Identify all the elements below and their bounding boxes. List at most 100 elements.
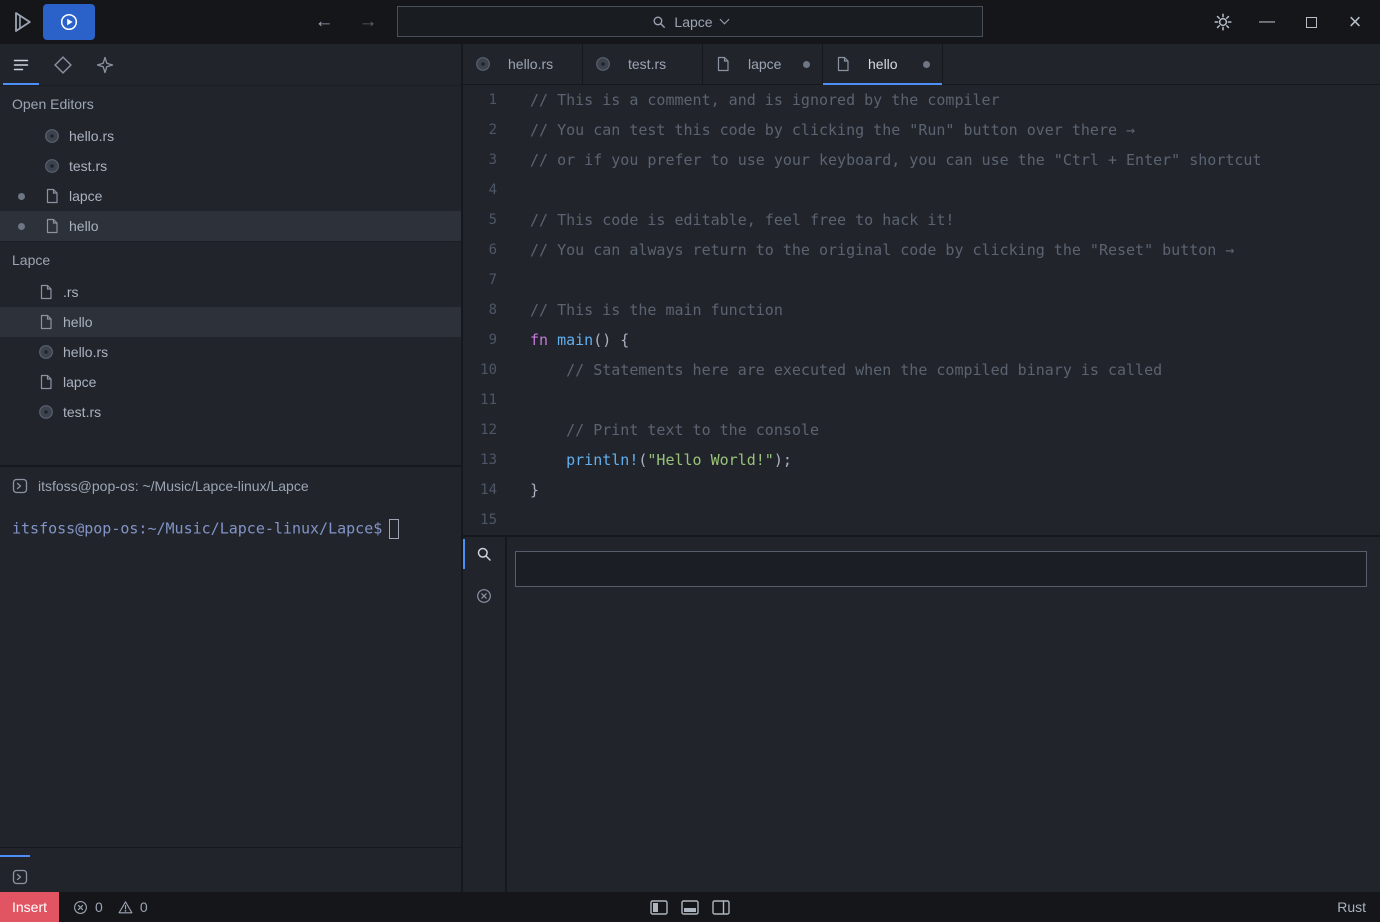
file-label: lapce xyxy=(63,374,97,390)
terminal-title: itsfoss@pop-os: ~/Music/Lapce-linux/Lapc… xyxy=(38,478,309,494)
rust-file-icon xyxy=(38,404,54,420)
code-line: 9 fn main() { xyxy=(463,325,1380,355)
search-icon xyxy=(476,546,492,562)
toggle-left-panel-button[interactable] xyxy=(650,900,668,915)
code-editor[interactable]: 1 // This is a comment, and is ignored b… xyxy=(463,85,1380,535)
line-number: 6 xyxy=(488,242,497,258)
line-content: // This is a comment, and is ignored by … xyxy=(513,91,1000,109)
forward-button[interactable]: → xyxy=(356,11,380,33)
back-button[interactable]: ← xyxy=(312,11,336,33)
modified-dot xyxy=(18,222,25,230)
statusbar: Insert 0 0 Rust xyxy=(0,892,1380,922)
error-count: 0 xyxy=(95,899,103,915)
workspace-item-test-rs[interactable]: test.rs xyxy=(0,397,461,427)
modified-dot-slot xyxy=(18,222,44,230)
lapce-window: ← → Lapce — × Open Editors hello.rs test… xyxy=(0,0,1380,922)
rust-file-icon xyxy=(44,128,60,144)
code-line: 7 xyxy=(463,265,1380,295)
remote-connection-button[interactable] xyxy=(43,4,95,40)
line-number: 7 xyxy=(488,272,497,288)
code-line: 1 // This is a comment, and is ignored b… xyxy=(463,85,1380,115)
workspace-item-lapce[interactable]: lapce xyxy=(0,367,461,397)
command-palette[interactable]: Lapce xyxy=(397,6,983,37)
source-control-icon xyxy=(54,56,72,74)
editor-tab-lapce[interactable]: lapce xyxy=(703,44,823,84)
toggle-right-panel-button[interactable] xyxy=(712,900,730,915)
open-editor-item-hello-rs[interactable]: hello.rs xyxy=(0,121,461,151)
code-token: // or if you prefer to use your keyboard… xyxy=(530,151,1262,169)
line-number: 13 xyxy=(480,452,497,468)
editor-tab-hello-rs[interactable]: hello.rs xyxy=(463,44,583,84)
file-label: lapce xyxy=(69,188,103,204)
open-editors-header[interactable]: Open Editors xyxy=(0,85,461,121)
code-token: // This is the main function xyxy=(530,301,783,319)
workspace-item-hello[interactable]: hello xyxy=(0,307,461,337)
code-token: main xyxy=(557,331,594,349)
editor-tab-test-rs[interactable]: test.rs xyxy=(583,44,703,84)
bottom-panel xyxy=(463,535,1380,892)
terminal-cursor xyxy=(389,519,400,539)
file-explorer-icon xyxy=(12,56,30,74)
workspace-header[interactable]: Lapce xyxy=(0,241,461,277)
line-number: 14 xyxy=(480,482,497,498)
code-line: 8 // This is the main function xyxy=(463,295,1380,325)
titlebar-left xyxy=(0,4,95,40)
terminal-header[interactable]: itsfoss@pop-os: ~/Music/Lapce-linux/Lapc… xyxy=(0,467,461,505)
plugins-tab[interactable] xyxy=(84,44,126,85)
code-token: // Print text to the console xyxy=(530,421,819,439)
line-number: 8 xyxy=(488,302,497,318)
plugins-icon xyxy=(96,56,114,74)
source-control-tab[interactable] xyxy=(42,44,84,85)
settings-button[interactable] xyxy=(1206,5,1240,39)
language-indicator[interactable]: Rust xyxy=(1337,899,1380,915)
panel-problems-button[interactable] xyxy=(463,579,505,613)
gear-icon xyxy=(1213,12,1233,32)
code-line: 2 // You can test this code by clicking … xyxy=(463,115,1380,145)
open-editor-item-lapce[interactable]: lapce xyxy=(0,181,461,211)
toggle-bottom-panel-button[interactable] xyxy=(681,900,699,915)
line-number: 1 xyxy=(488,92,497,108)
diagnostics-indicator[interactable]: 0 0 xyxy=(73,899,148,915)
layout-right-icon xyxy=(712,900,730,915)
file-icon xyxy=(715,56,731,72)
close-button[interactable]: × xyxy=(1338,5,1372,39)
panel-search-button[interactable] xyxy=(463,537,505,571)
rust-file-icon xyxy=(475,56,491,72)
code-token: // Statements here are executed when the… xyxy=(530,361,1163,379)
workspace-item-rs[interactable]: .rs xyxy=(0,277,461,307)
editor-tab-hello[interactable]: hello xyxy=(823,44,943,85)
workspace-item-hello-rs[interactable]: hello.rs xyxy=(0,337,461,367)
line-number: 3 xyxy=(488,152,497,168)
terminal-toggle-button[interactable] xyxy=(12,869,28,885)
file-explorer-tab[interactable] xyxy=(0,44,42,85)
error-icon xyxy=(73,900,88,915)
rust-file-icon xyxy=(595,56,611,72)
open-editor-item-hello[interactable]: hello xyxy=(0,211,461,241)
modified-dot xyxy=(803,60,810,68)
line-number: 4 xyxy=(488,182,497,198)
modified-dot xyxy=(923,60,930,68)
line-number: 10 xyxy=(480,362,497,378)
code-line: 6 // You can always return to the origin… xyxy=(463,235,1380,265)
tab-label: hello xyxy=(868,56,898,72)
file-label: hello xyxy=(63,314,93,330)
code-token: // You can test this code by clicking th… xyxy=(530,121,1136,139)
line-number: 2 xyxy=(488,122,497,138)
terminal-icon xyxy=(12,478,28,494)
line-content: // This code is editable, feel free to h… xyxy=(513,211,954,229)
modified-dot-slot xyxy=(18,192,44,200)
maximize-button[interactable] xyxy=(1294,5,1328,39)
code-line: 5 // This code is editable, feel free to… xyxy=(463,205,1380,235)
line-number: 15 xyxy=(480,512,497,528)
file-label: hello xyxy=(69,218,99,234)
rust-file-icon xyxy=(38,344,54,360)
palette-workspace-label: Lapce xyxy=(674,13,713,30)
maximize-icon xyxy=(1305,16,1317,28)
search-input[interactable] xyxy=(515,551,1367,587)
minimize-button[interactable]: — xyxy=(1250,5,1284,39)
search-icon xyxy=(652,15,666,29)
terminal-body[interactable]: itsfoss@pop-os:~/Music/Lapce-linux/Lapce… xyxy=(0,505,461,847)
file-label: .rs xyxy=(63,284,79,300)
open-editor-item-test-rs[interactable]: test.rs xyxy=(0,151,461,181)
code-line: 4 xyxy=(463,175,1380,205)
